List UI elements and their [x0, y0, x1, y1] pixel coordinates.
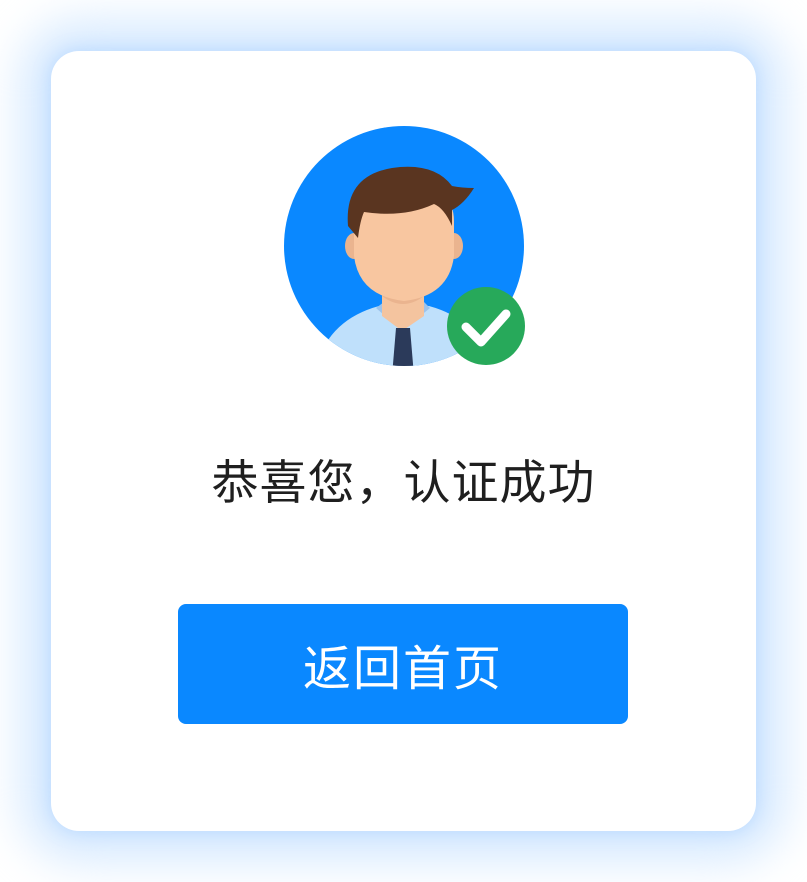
- verification-success-card: 恭喜您，认证成功 返回首页: [51, 51, 756, 831]
- check-badge-icon: [447, 287, 525, 365]
- avatar: [284, 126, 526, 368]
- user-avatar-icon: [284, 126, 525, 366]
- success-title: 恭喜您，认证成功: [211, 456, 596, 511]
- return-home-button[interactable]: 返回首页: [178, 604, 628, 724]
